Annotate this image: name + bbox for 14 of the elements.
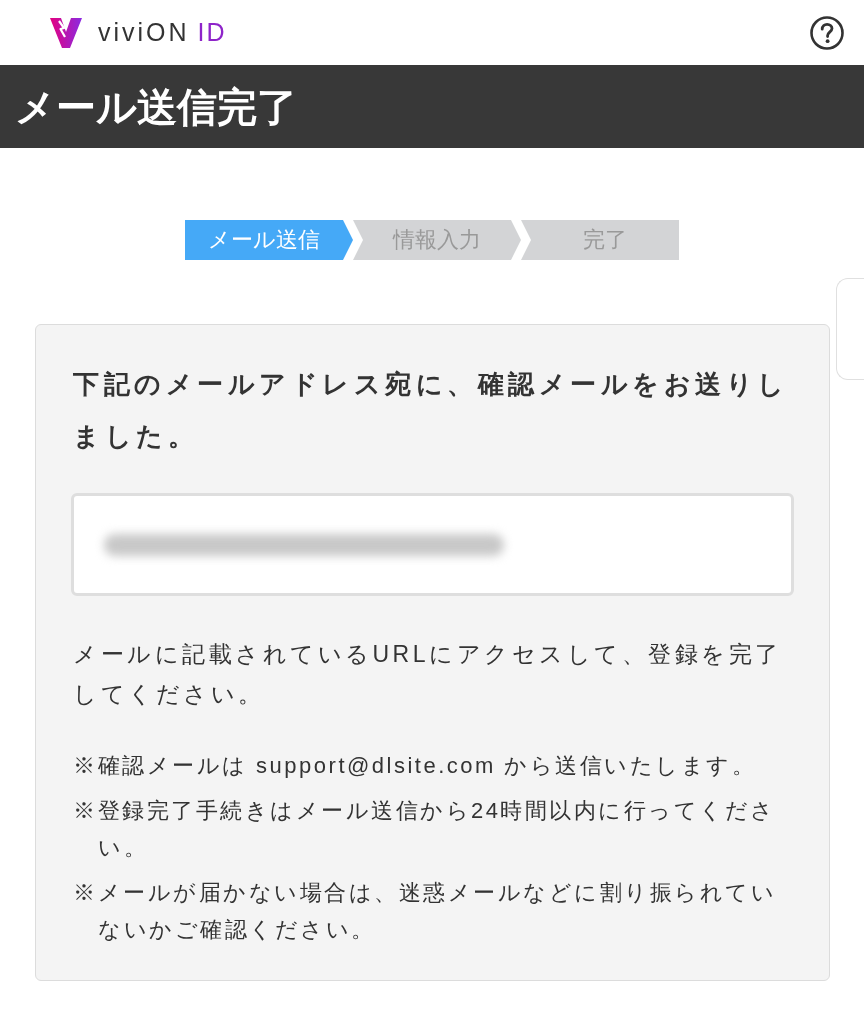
progress-step: メール送信 — [185, 220, 353, 260]
note-text: ※確認メールは support@dlsite.com から送信いたします。 — [72, 752, 758, 780]
note-text: ※メールが届かない場合は、迷惑メールなどに割り振られていないかご確認ください。 — [72, 879, 777, 944]
brand-name: viviON — [98, 20, 190, 45]
card-heading: 下記のメールアドレス宛に、確認メールをお送りしました。 — [72, 368, 790, 453]
help-icon[interactable] — [810, 15, 844, 50]
progress-step: 情報入力 — [353, 220, 521, 260]
logo-icon — [50, 17, 82, 48]
note-text: ※登録完了手続きはメール送信から24時間以内に行ってください。 — [72, 797, 777, 862]
brand-suffix: ID — [197, 20, 227, 45]
progress-step: 完了 — [521, 220, 679, 260]
page-title: メール送信完了 — [15, 83, 297, 131]
email-field[interactable] — [71, 493, 794, 596]
instruction-text: メールに記載されているURLにアクセスして、登録を完了してください。 — [72, 640, 783, 709]
